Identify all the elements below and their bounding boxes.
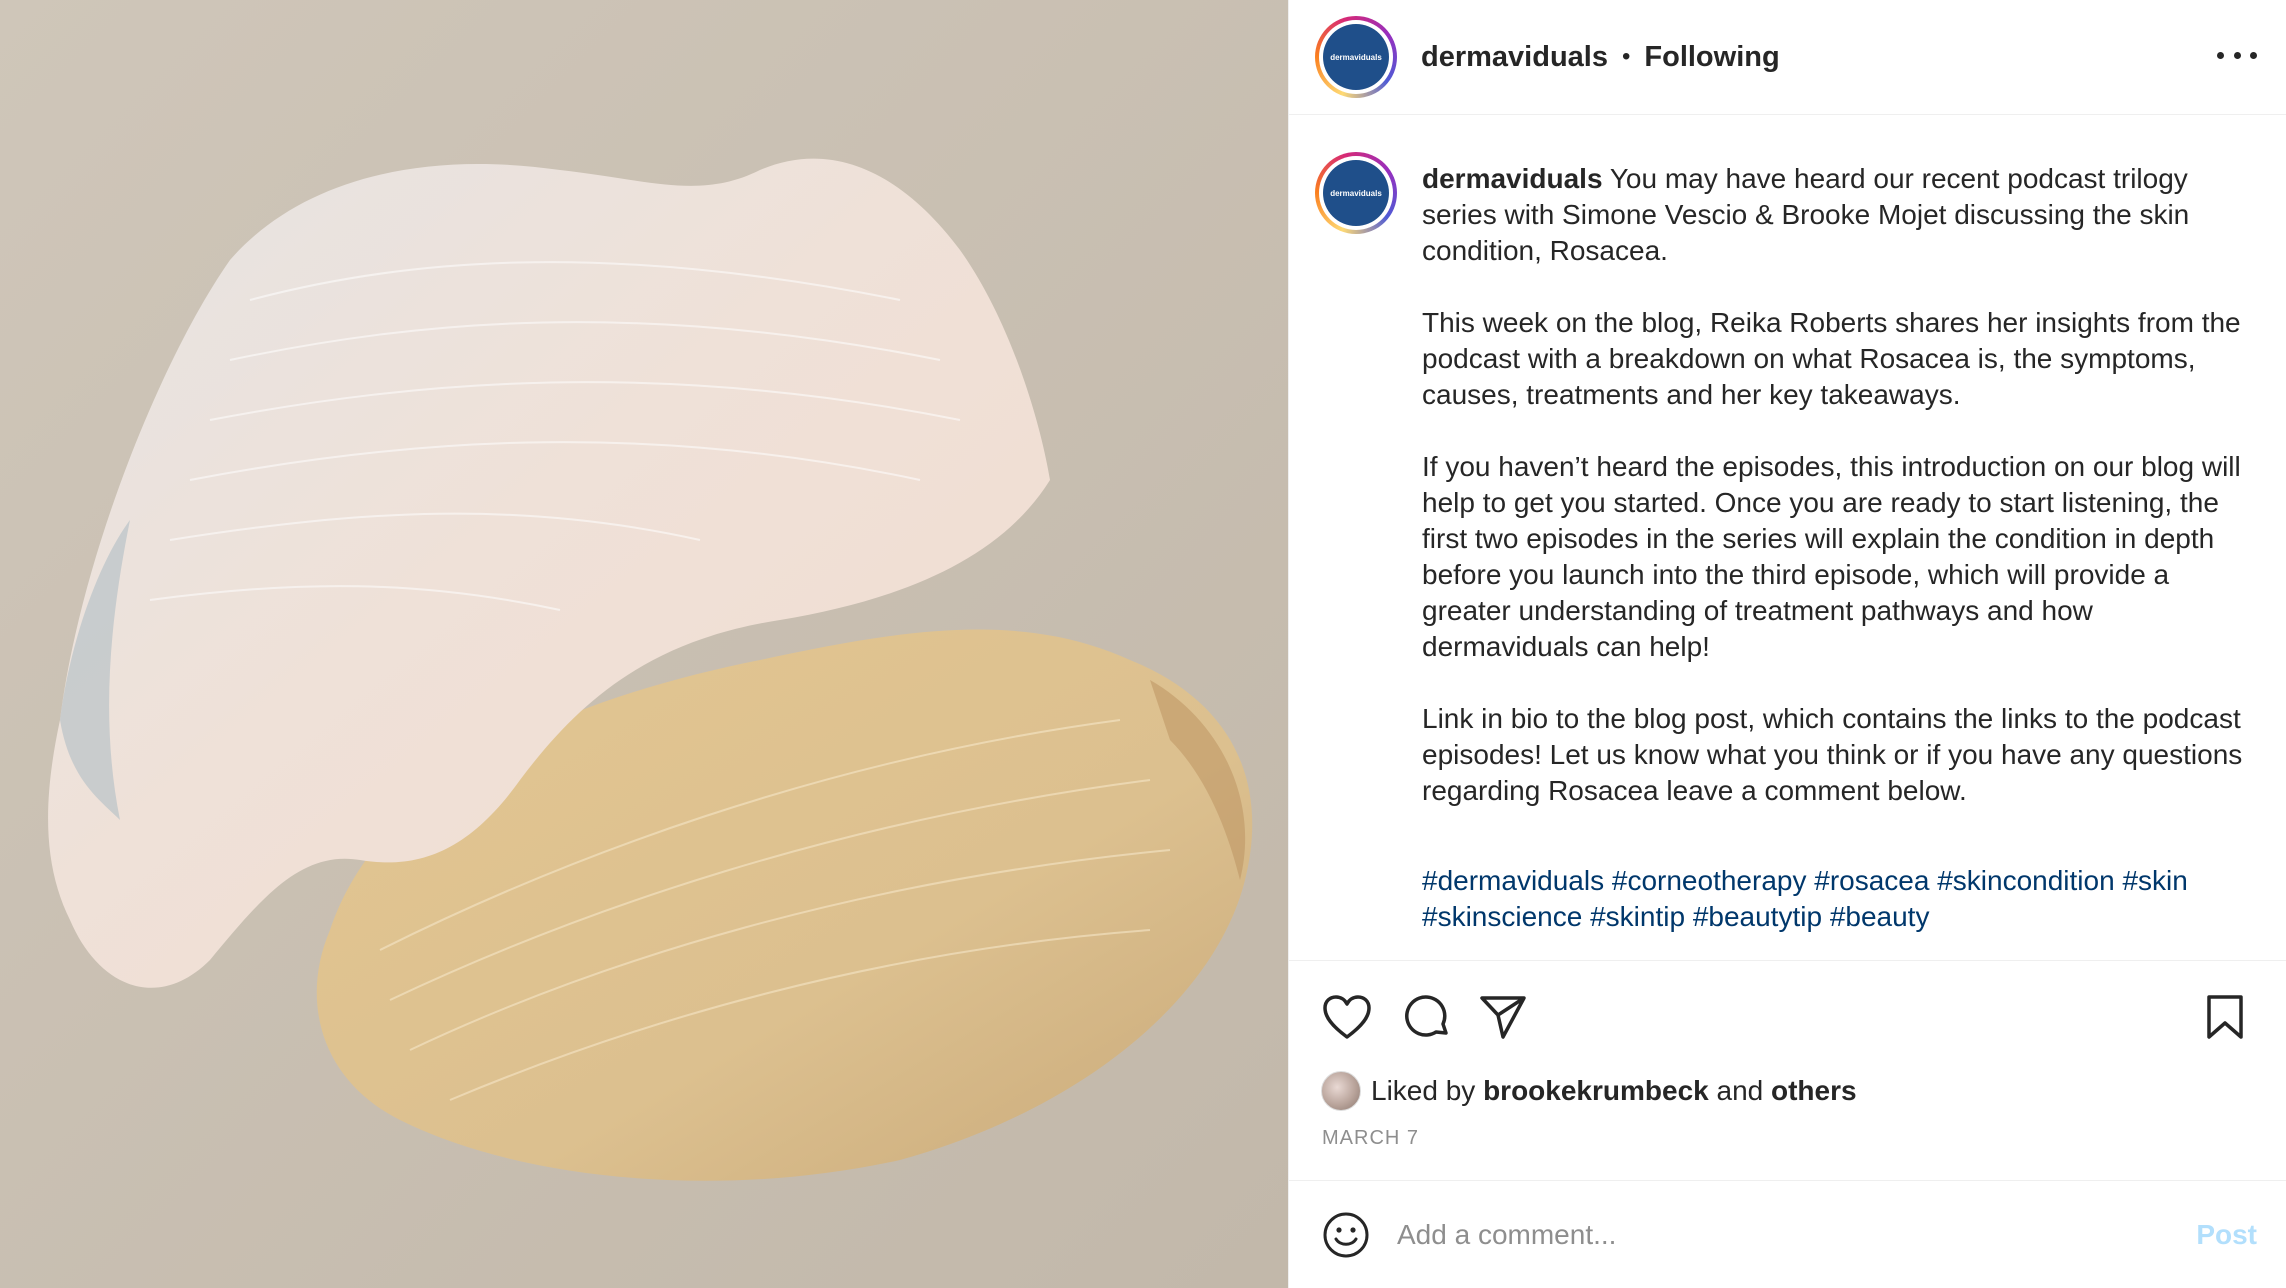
hashtag-list: #dermaviduals #corneotherapy #rosacea #s… [1422, 863, 2262, 935]
heart-icon[interactable] [1319, 989, 1375, 1045]
comment-icon[interactable] [1399, 989, 1455, 1045]
caption-paragraph: dermaviduals You may have heard our rece… [1422, 161, 2262, 269]
liked-others-link[interactable]: others [1771, 1075, 1857, 1107]
hashtag-link[interactable]: #beauty [1830, 901, 1930, 932]
hashtag-link[interactable]: #rosacea [1814, 865, 1929, 896]
hashtag-link[interactable]: #beautytip [1693, 901, 1822, 932]
caption-text: dermaviduals You may have heard our rece… [1422, 161, 2262, 935]
liker-username[interactable]: brookekrumbeck [1483, 1075, 1709, 1107]
avatar-logo-text: dermaviduals [1323, 160, 1389, 226]
caption-username[interactable]: dermaviduals [1422, 163, 1603, 194]
avatar-border: dermaviduals [1319, 20, 1393, 94]
hashtag-link[interactable]: #skincondition [1937, 865, 2114, 896]
caption-avatar[interactable]: dermaviduals [1315, 152, 1397, 234]
smiley-icon[interactable] [1321, 1210, 1371, 1260]
hashtag-link[interactable]: #skinscience [1422, 901, 1582, 932]
caption-paragraph: This week on the blog, Reika Roberts sha… [1422, 307, 2241, 410]
hashtag-link[interactable]: #dermaviduals [1422, 865, 1604, 896]
account-avatar[interactable]: dermaviduals [1315, 16, 1397, 98]
liked-prefix: Liked by [1371, 1075, 1476, 1106]
caption-paragraph: If you haven’t heard the episodes, this … [1422, 451, 2241, 662]
hashtag-link[interactable]: #corneotherapy [1612, 865, 1807, 896]
liked-and: and [1716, 1075, 1764, 1106]
liked-by: Liked by brookekrumbeck and others [1321, 1071, 1857, 1111]
post-comment-button[interactable]: Post [2196, 1219, 2257, 1251]
caption-area: dermaviduals dermaviduals You may have h… [1289, 116, 2286, 960]
hashtag-link[interactable]: #skintip [1590, 901, 1685, 932]
liker-avatar[interactable] [1321, 1071, 1361, 1111]
action-icon-row [1319, 989, 2259, 1045]
share-icon[interactable] [1475, 989, 1531, 1045]
action-bar: Liked by brookekrumbeck and others MARCH… [1289, 960, 2286, 1180]
post-date[interactable]: MARCH 7 [1322, 1127, 1419, 1150]
separator-dot: • [1621, 43, 1631, 70]
post-header: dermaviduals dermaviduals • Following [1289, 0, 2286, 115]
following-button[interactable]: Following [1644, 41, 1779, 74]
more-options-icon[interactable] [2217, 40, 2257, 70]
avatar-border: dermaviduals [1319, 156, 1393, 230]
comment-input[interactable] [1397, 1218, 2157, 1251]
bookmark-icon[interactable] [2197, 989, 2253, 1045]
account-username[interactable]: dermaviduals [1421, 41, 1608, 74]
post-panel: dermaviduals dermaviduals • Following de… [1288, 0, 2286, 1288]
caption-paragraph: Link in bio to the blog post, which cont… [1422, 703, 2243, 806]
post-image[interactable] [0, 0, 1288, 1288]
avatar-logo-text: dermaviduals [1323, 24, 1389, 90]
hashtag-link[interactable]: #skin [2122, 865, 2187, 896]
comment-bar: Post [1289, 1180, 2286, 1288]
